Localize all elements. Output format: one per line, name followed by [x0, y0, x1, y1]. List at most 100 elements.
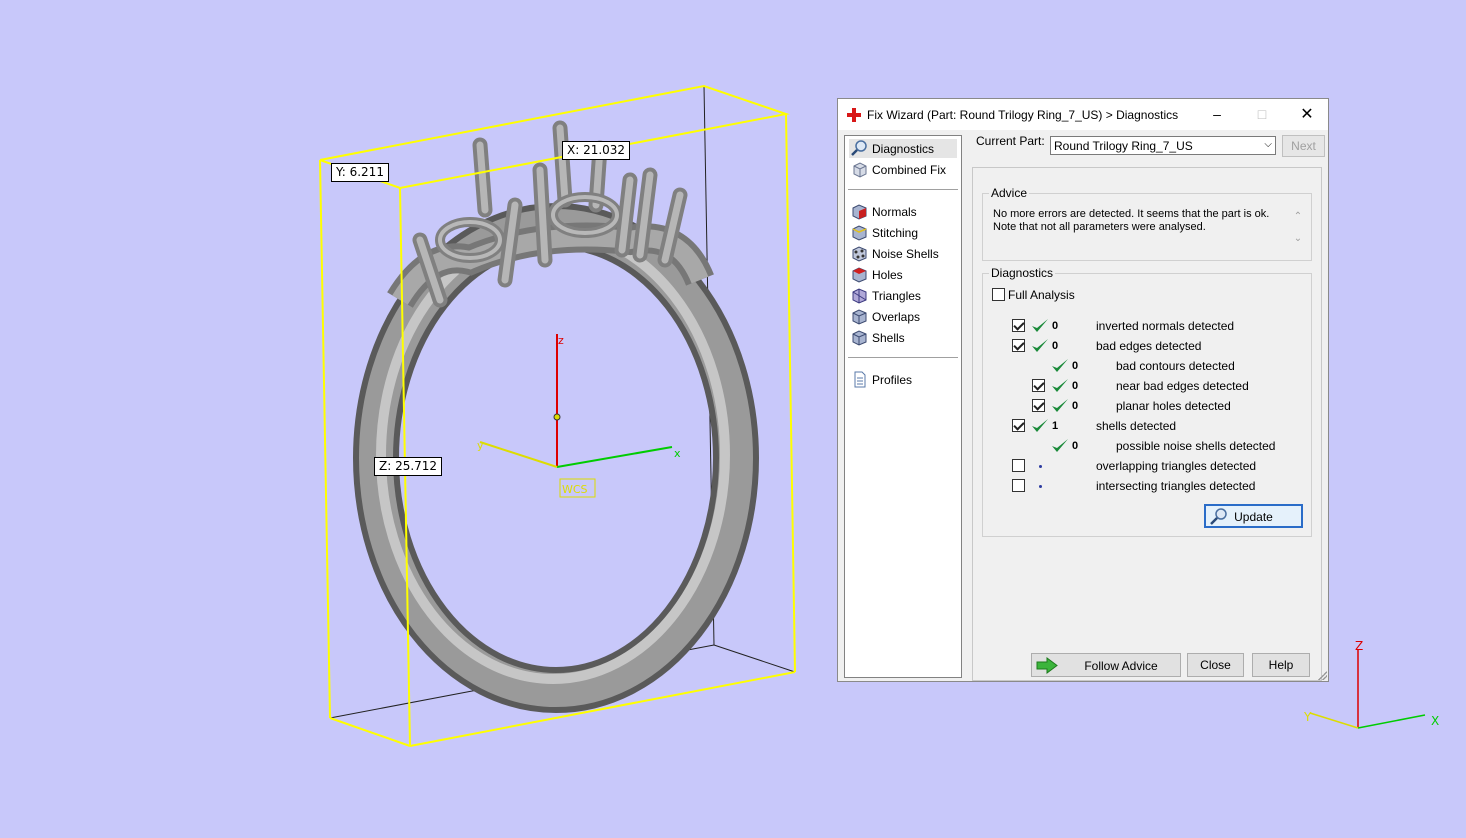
- nav-separator: [848, 189, 958, 190]
- nav-label: Overlaps: [872, 310, 921, 324]
- nav-label: Profiles: [872, 373, 913, 387]
- current-part-label: Current Part:: [976, 134, 1045, 148]
- close-window-button[interactable]: ✕: [1284, 99, 1330, 130]
- diagnostic-text: overlapping triangles detected: [1096, 459, 1257, 473]
- full-analysis-checkbox[interactable]: [992, 288, 1005, 301]
- diagnostic-row: overlapping triangles detected: [983, 458, 1303, 476]
- wcs-x-label: x: [674, 447, 681, 460]
- arrow-right-icon: [1036, 657, 1058, 674]
- next-button[interactable]: Next: [1282, 135, 1325, 157]
- advice-line: Note that not all parameters were analys…: [993, 221, 1206, 233]
- diagnostic-checkbox[interactable]: [1012, 459, 1025, 472]
- update-label: Update: [1234, 510, 1273, 524]
- triangles-cube-icon: [852, 288, 867, 304]
- diagnostic-checkbox[interactable]: [1012, 319, 1025, 332]
- resize-grip[interactable]: [1317, 670, 1327, 680]
- wcs-z-label: z: [558, 334, 564, 347]
- nav-label: Triangles: [872, 289, 921, 303]
- stitching-cube-icon: [852, 225, 867, 241]
- full-analysis-label: Full Analysis: [1008, 288, 1075, 302]
- current-part-select[interactable]: Round Trilogy Ring_7_US ⌵: [1050, 136, 1276, 155]
- nav-label: Holes: [872, 268, 903, 282]
- diagnostic-checkbox[interactable]: [1032, 399, 1045, 412]
- fix-navigation-panel: Diagnostics Combined Fix Normals Stitchi…: [844, 135, 962, 678]
- dimension-z-label: Z: 25.712: [374, 457, 443, 476]
- diagnostic-text: planar holes detected: [1116, 399, 1231, 413]
- nav-triangles[interactable]: Triangles: [849, 286, 957, 305]
- diagnostic-row: 0 near bad edges detected: [983, 378, 1303, 396]
- diagnostic-checkbox[interactable]: [1012, 339, 1025, 352]
- green-checkmark-icon: [1052, 399, 1068, 412]
- diagnostic-row: 0 bad edges detected: [983, 338, 1303, 356]
- diagnostic-checkbox[interactable]: [1032, 379, 1045, 392]
- maximize-button[interactable]: □: [1239, 99, 1285, 130]
- diagnostic-count: 0: [1072, 360, 1079, 372]
- advice-line: No more errors are detected. It seems th…: [993, 208, 1270, 220]
- diagnostic-count: 0: [1072, 400, 1079, 412]
- diagnostic-checkbox[interactable]: [1012, 479, 1025, 492]
- minimize-button[interactable]: –: [1194, 99, 1240, 130]
- diagnostic-count: 0: [1052, 320, 1059, 332]
- advice-group: Advice No more errors are detected. It s…: [982, 186, 1312, 261]
- nav-separator: [848, 357, 958, 358]
- dimension-x-label: X: 21.032: [562, 141, 631, 160]
- triad-y-label: Y: [1303, 710, 1312, 724]
- diagnostic-checkbox[interactable]: [1012, 419, 1025, 432]
- nav-label: Combined Fix: [872, 163, 947, 177]
- nav-stitching[interactable]: Stitching: [849, 223, 957, 242]
- green-checkmark-icon: [1032, 339, 1048, 352]
- diagnostic-text: near bad edges detected: [1116, 379, 1249, 393]
- nav-label: Normals: [872, 205, 917, 219]
- green-checkmark-icon: [1052, 359, 1068, 372]
- wcs-axes: [479, 334, 673, 498]
- fix-wizard-dialog: Fix Wizard (Part: Round Trilogy Ring_7_U…: [837, 98, 1329, 682]
- nav-label: Noise Shells: [872, 247, 939, 261]
- title-bar[interactable]: Fix Wizard (Part: Round Trilogy Ring_7_U…: [838, 99, 1328, 130]
- diagnostic-count: 0: [1072, 440, 1079, 452]
- diagnostics-title: Diagnostics: [989, 266, 1056, 280]
- diagnostic-text: shells detected: [1096, 419, 1177, 433]
- nav-label: Diagnostics: [872, 142, 935, 156]
- chevron-down-icon: ⌵: [1264, 139, 1272, 150]
- magnifier-icon: [851, 140, 867, 156]
- close-button[interactable]: Close: [1187, 653, 1244, 677]
- normals-cube-icon: [852, 204, 867, 220]
- dialog-title: Fix Wizard (Part: Round Trilogy Ring_7_U…: [867, 108, 1179, 122]
- green-checkmark-icon: [1052, 439, 1068, 452]
- document-icon: [854, 371, 866, 388]
- nav-shells[interactable]: Shells: [849, 328, 957, 347]
- green-checkmark-icon: [1032, 419, 1048, 432]
- follow-advice-label: Follow Advice: [1084, 659, 1158, 673]
- nav-overlaps[interactable]: Overlaps: [849, 307, 957, 326]
- nav-diagnostics[interactable]: Diagnostics: [849, 139, 957, 158]
- diagnostics-group: Diagnostics Full Analysis 0 inverted norm…: [982, 266, 1312, 537]
- nav-holes[interactable]: Holes: [849, 265, 957, 284]
- diagnostic-row: 1 shells detected: [983, 418, 1303, 436]
- nav-combined-fix[interactable]: Combined Fix: [849, 160, 957, 179]
- help-button[interactable]: Help: [1252, 653, 1310, 677]
- nav-normals[interactable]: Normals: [849, 202, 957, 221]
- wcs-y-label: y: [477, 439, 484, 452]
- follow-advice-button[interactable]: Follow Advice: [1031, 653, 1181, 677]
- advice-scrollbar[interactable]: ⌃ ⌄: [1291, 206, 1305, 252]
- update-button[interactable]: Update: [1204, 504, 1303, 528]
- triad-z-label: Z: [1355, 639, 1363, 653]
- pending-dot-icon: [1039, 485, 1042, 488]
- cube-icon: [853, 162, 867, 178]
- diagnostic-row: 0 planar holes detected: [983, 398, 1303, 416]
- red-cross-icon: [847, 108, 861, 122]
- diagnostic-count: 1: [1052, 420, 1059, 432]
- noise-shells-icon: [852, 246, 867, 262]
- triad-x-label: X: [1431, 714, 1439, 728]
- diagnostic-row: 0 bad contours detected: [983, 358, 1303, 376]
- holes-cube-icon: [852, 267, 867, 283]
- diagnostic-row: intersecting triangles detected: [983, 478, 1303, 496]
- nav-profiles[interactable]: Profiles: [849, 370, 957, 389]
- current-part-value: Round Trilogy Ring_7_US: [1054, 139, 1193, 153]
- nav-noise-shells[interactable]: Noise Shells: [849, 244, 957, 263]
- diagnostic-count: 0: [1052, 340, 1059, 352]
- diagnostic-text: possible noise shells detected: [1116, 439, 1276, 453]
- shells-cube-icon: [852, 330, 867, 346]
- nav-label: Stitching: [872, 226, 919, 240]
- green-checkmark-icon: [1052, 379, 1068, 392]
